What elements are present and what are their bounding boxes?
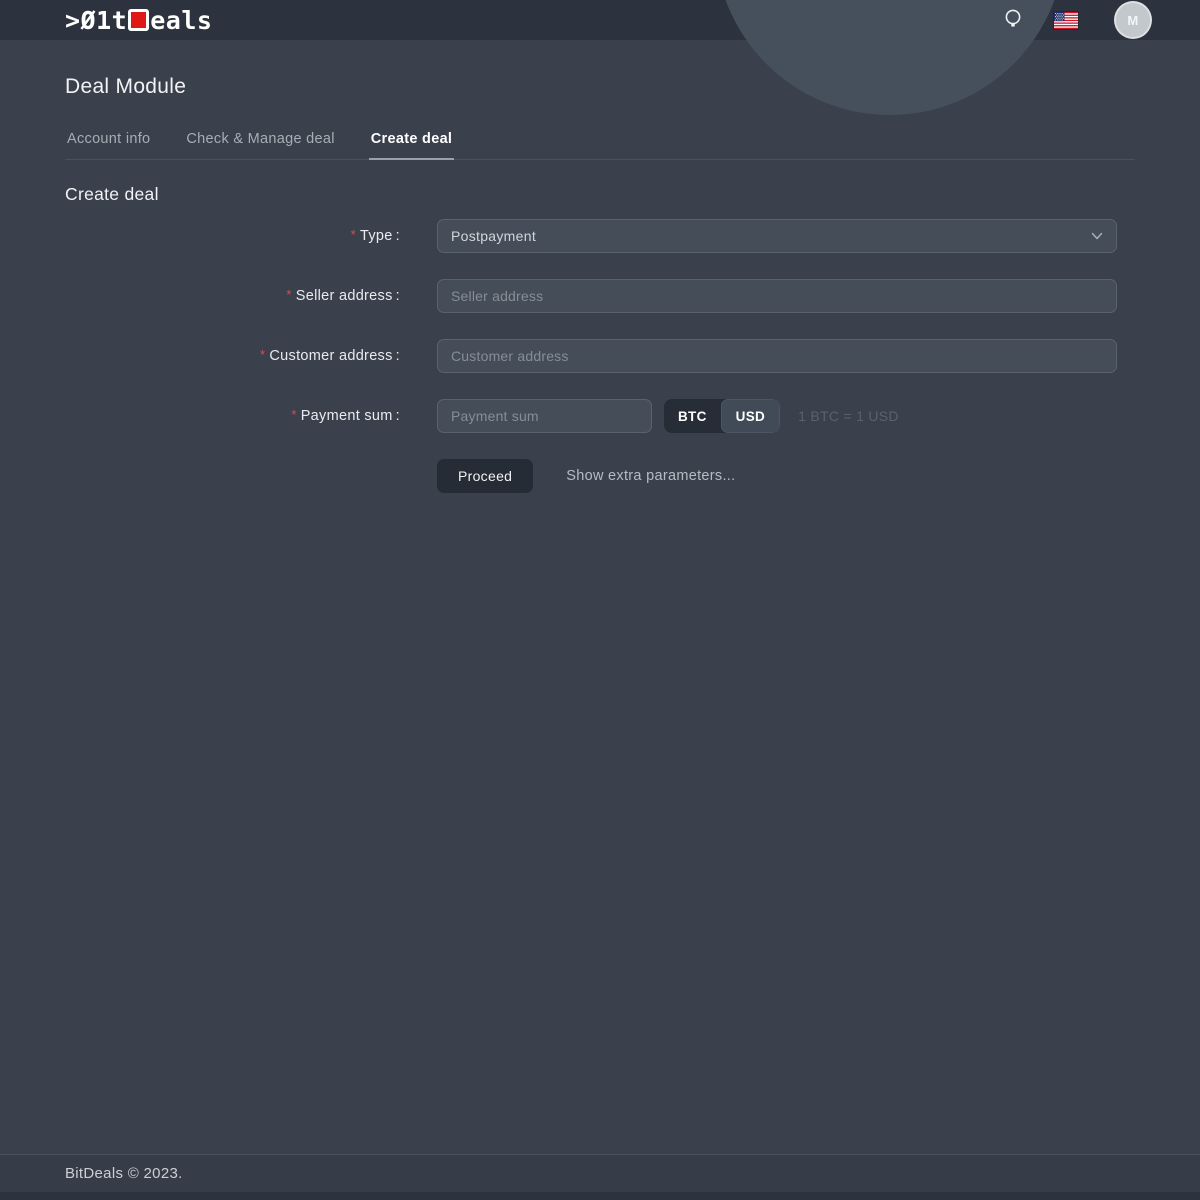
required-asterisk: * [291,407,296,422]
type-select-value: Postpayment [451,228,536,244]
logo-d-square: D [128,9,149,31]
logo-text-suffix: eals [150,8,212,33]
main-content: Deal Module Account info Check & Manage … [0,40,1200,493]
section-title: Create deal [65,183,1135,205]
tab-account-info[interactable]: Account info [65,130,152,159]
us-flag-icon[interactable] [1054,12,1078,29]
customer-address-label: *Customer address: [65,339,400,373]
currency-option-usd[interactable]: USD [721,399,780,433]
payment-sum-row: *Payment sum: BTC USD 1 BTC = 1 USD [65,399,1135,433]
type-label: *Type: [65,219,400,253]
avatar[interactable]: M [1114,1,1152,39]
app-header: >Ø1tDeals [0,0,1200,40]
avatar-letter: M [1127,13,1138,28]
required-asterisk: * [351,227,356,242]
currency-option-btc[interactable]: BTC [664,399,721,433]
logo-text-prefix: >Ø1t [65,8,127,33]
payment-sum-input[interactable] [437,399,652,433]
form-actions: Proceed Show extra parameters... [437,459,1135,493]
proceed-button[interactable]: Proceed [437,459,533,493]
header-actions: M [1002,0,1152,40]
tab-create-deal[interactable]: Create deal [369,130,454,160]
payment-sum-label: *Payment sum: [65,399,400,433]
chevron-down-icon [1090,229,1104,243]
customer-address-row: *Customer address: [65,339,1135,373]
type-select[interactable]: Postpayment [437,219,1117,253]
show-extra-parameters-link[interactable]: Show extra parameters... [566,468,735,484]
type-row: *Type: Postpayment [65,219,1135,253]
seller-address-label: *Seller address: [65,279,400,313]
create-deal-form: *Type: Postpayment *Seller address: *Cus… [65,219,1135,493]
app-footer: BitDeals © 2023. [0,1154,1200,1192]
required-asterisk: * [286,287,291,302]
seller-address-row: *Seller address: [65,279,1135,313]
tab-bar: Account info Check & Manage deal Create … [65,130,1135,160]
customer-address-input[interactable] [437,339,1117,373]
exchange-rate-text: 1 BTC = 1 USD [798,399,899,433]
required-asterisk: * [260,347,265,362]
currency-toggle: BTC USD [664,399,780,433]
app-body: Deal Module Account info Check & Manage … [0,40,1200,1192]
tab-check-manage-deal[interactable]: Check & Manage deal [184,130,336,159]
app-logo[interactable]: >Ø1tDeals [65,8,212,33]
seller-address-input[interactable] [437,279,1117,313]
lightbulb-icon[interactable] [1002,7,1024,33]
footer-copyright: BitDeals © 2023. [65,1165,183,1182]
